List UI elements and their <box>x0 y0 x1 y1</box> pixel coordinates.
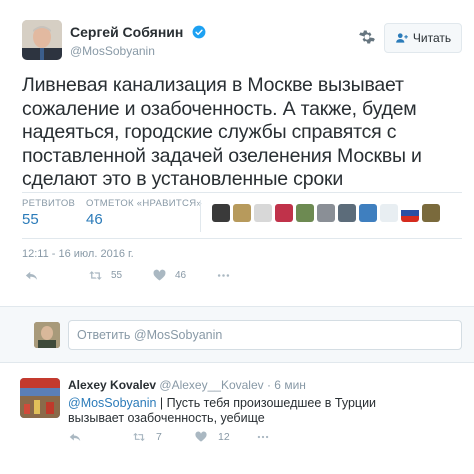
liker-avatar[interactable] <box>212 204 230 222</box>
retweets-count: 55 <box>22 211 39 228</box>
reply-more-action[interactable] <box>256 430 270 444</box>
reply-retweet-count: 7 <box>156 431 162 443</box>
reply-composer: Ответить @MosSobyanin <box>0 306 474 362</box>
more-dots-icon <box>257 435 269 439</box>
retweet-count: 55 <box>111 270 123 281</box>
reply-arrow-icon <box>69 433 81 442</box>
heart-icon <box>153 269 166 281</box>
follow-person-plus-icon <box>396 33 408 43</box>
reply-input[interactable]: Ответить @MosSobyanin <box>68 320 462 350</box>
like-count: 46 <box>175 270 187 281</box>
tweet-timestamp[interactable]: 12:11 - 16 июл. 2016 г. <box>22 248 134 260</box>
retweet-icon <box>89 271 102 280</box>
liker-avatar[interactable] <box>422 204 440 222</box>
divider <box>0 306 474 307</box>
reply-arrow-icon <box>25 271 38 280</box>
follow-button[interactable]: Читать <box>384 23 462 53</box>
likes-stat[interactable]: ОТМЕТОК «НРАВИТСЯ» 46 <box>86 198 202 228</box>
reply-author-avatar[interactable] <box>20 378 60 418</box>
likes-label: ОТМЕТОК «НРАВИТСЯ» <box>86 198 202 209</box>
retweet-action[interactable]: 55 <box>88 268 122 283</box>
liker-avatar[interactable] <box>254 204 272 222</box>
reply-retweet-action[interactable]: 7 <box>132 430 162 444</box>
author-name-block: Сергей Собянин @MosSobyanin <box>70 24 206 58</box>
reply-author-name[interactable]: Alexey Kovalev <box>68 378 156 392</box>
liker-avatar[interactable] <box>296 204 314 222</box>
reply-text: @MosSobyanin | Пусть тебя произошедшее в… <box>68 396 428 426</box>
tweet-text: Ливневая канализация в Москве вызывает с… <box>22 74 422 190</box>
reply-action[interactable] <box>24 268 39 283</box>
divider <box>22 192 462 193</box>
heart-icon <box>195 431 207 442</box>
reply-like-action[interactable]: 12 <box>194 430 230 444</box>
tweet-actions: 55 46 <box>22 266 462 288</box>
verified-badge-icon <box>192 25 206 39</box>
liker-avatar[interactable] <box>317 204 335 222</box>
retweet-icon <box>133 432 145 442</box>
retweets-stat[interactable]: РЕТВИТОВ 55 <box>22 198 75 228</box>
liker-avatar[interactable] <box>380 204 398 222</box>
reply-author-meta[interactable]: @Alexey__Kovalev · 6 мин <box>159 378 306 392</box>
like-action[interactable]: 46 <box>152 268 186 283</box>
current-user-avatar <box>34 322 60 348</box>
reply-mention-link[interactable]: @MosSobyanin <box>68 396 156 410</box>
liker-avatar[interactable] <box>233 204 251 222</box>
divider <box>22 238 462 239</box>
tweet-stats: РЕТВИТОВ 55 ОТМЕТОК «НРАВИТСЯ» 46 <box>22 198 462 236</box>
tweet-header: Сергей Собянин @MosSobyanin Читать <box>22 20 462 60</box>
author-display-name[interactable]: Сергей Собянин <box>70 24 183 40</box>
author-handle[interactable]: @MosSobyanin <box>70 44 206 58</box>
more-dots-icon <box>217 274 230 277</box>
reply-like-count: 12 <box>218 431 230 443</box>
author-avatar[interactable] <box>22 20 62 60</box>
reply-header: Alexey Kovalev @Alexey__Kovalev · 6 мин <box>68 378 306 392</box>
liker-avatar[interactable] <box>359 204 377 222</box>
gear-icon[interactable] <box>358 28 376 46</box>
reply-tweet[interactable]: Alexey Kovalev @Alexey__Kovalev · 6 мин … <box>0 368 474 474</box>
likers-avatars <box>212 204 440 222</box>
liker-avatar[interactable] <box>401 204 419 222</box>
more-action[interactable] <box>216 268 231 283</box>
reply-reply-action[interactable] <box>68 430 82 444</box>
divider <box>0 362 474 363</box>
retweets-label: РЕТВИТОВ <box>22 198 76 209</box>
liker-avatar[interactable] <box>275 204 293 222</box>
liker-avatar[interactable] <box>338 204 356 222</box>
follow-button-label: Читать <box>412 31 452 45</box>
stats-divider <box>200 200 201 232</box>
reply-actions: 7 12 <box>68 428 448 448</box>
likes-count: 46 <box>86 211 103 228</box>
